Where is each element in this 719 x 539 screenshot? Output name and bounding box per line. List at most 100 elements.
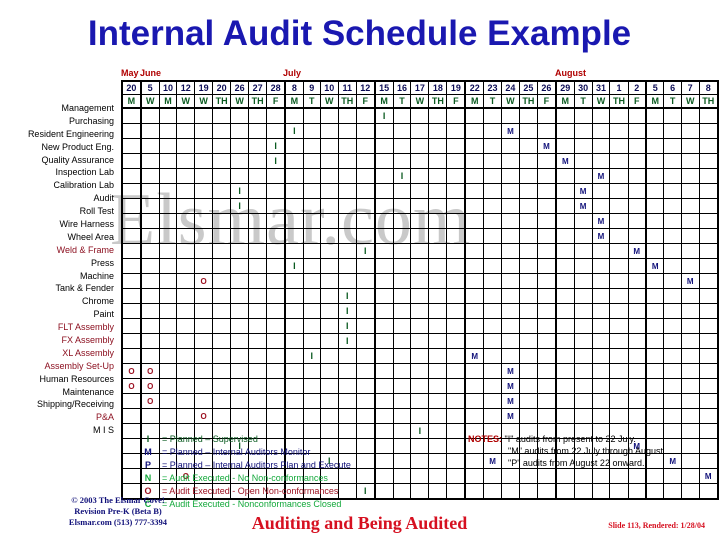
schedule-cell[interactable]: M xyxy=(573,198,593,214)
schedule-cell[interactable] xyxy=(139,228,160,244)
schedule-cell[interactable] xyxy=(302,288,321,304)
schedule-cell[interactable] xyxy=(121,153,142,169)
schedule-cell[interactable] xyxy=(373,468,394,484)
schedule-cell[interactable] xyxy=(663,483,682,500)
schedule-cell[interactable] xyxy=(410,303,430,319)
schedule-cell[interactable]: I xyxy=(337,303,357,319)
schedule-cell[interactable] xyxy=(284,213,304,229)
schedule-cell[interactable] xyxy=(392,153,412,169)
schedule-cell[interactable] xyxy=(212,348,232,364)
schedule-cell[interactable] xyxy=(176,198,196,214)
schedule-cell[interactable] xyxy=(428,153,448,169)
schedule-cell[interactable] xyxy=(284,138,304,154)
schedule-cell[interactable] xyxy=(302,168,321,184)
schedule-cell[interactable] xyxy=(663,198,682,214)
schedule-cell[interactable] xyxy=(337,168,357,184)
schedule-cell[interactable]: M xyxy=(644,258,665,274)
schedule-cell[interactable] xyxy=(319,198,339,214)
schedule-cell[interactable] xyxy=(121,228,142,244)
schedule-cell[interactable] xyxy=(609,213,629,229)
schedule-cell[interactable] xyxy=(212,153,232,169)
schedule-cell[interactable] xyxy=(248,168,268,184)
schedule-cell[interactable] xyxy=(609,333,629,349)
schedule-cell[interactable] xyxy=(392,243,412,259)
schedule-cell[interactable] xyxy=(518,333,538,349)
schedule-cell[interactable] xyxy=(212,107,232,124)
schedule-cell[interactable] xyxy=(609,348,629,364)
schedule-cell[interactable]: I xyxy=(266,153,286,169)
schedule-cell[interactable] xyxy=(483,468,502,484)
schedule-cell[interactable] xyxy=(284,333,304,349)
schedule-cell[interactable] xyxy=(284,107,304,124)
schedule-cell[interactable] xyxy=(663,378,682,394)
schedule-cell[interactable] xyxy=(698,228,719,244)
schedule-cell[interactable] xyxy=(536,123,557,139)
schedule-cell[interactable] xyxy=(373,453,394,469)
schedule-cell[interactable] xyxy=(428,243,448,259)
schedule-cell[interactable] xyxy=(518,107,538,124)
schedule-cell[interactable] xyxy=(573,273,593,289)
schedule-cell[interactable] xyxy=(266,228,286,244)
schedule-cell[interactable] xyxy=(428,453,448,469)
schedule-cell[interactable] xyxy=(464,273,485,289)
schedule-cell[interactable] xyxy=(680,243,700,259)
schedule-cell[interactable] xyxy=(194,333,214,349)
schedule-cell[interactable] xyxy=(483,198,502,214)
schedule-cell[interactable] xyxy=(284,228,304,244)
schedule-cell[interactable] xyxy=(337,378,357,394)
schedule-cell[interactable]: M xyxy=(591,213,611,229)
schedule-cell[interactable] xyxy=(663,168,682,184)
schedule-cell[interactable]: I xyxy=(373,107,394,124)
schedule-cell[interactable] xyxy=(373,228,394,244)
schedule-cell[interactable] xyxy=(536,183,557,199)
schedule-cell[interactable] xyxy=(446,183,466,199)
schedule-cell[interactable] xyxy=(591,198,611,214)
schedule-cell[interactable] xyxy=(591,318,611,334)
schedule-cell[interactable] xyxy=(518,213,538,229)
schedule-cell[interactable] xyxy=(573,258,593,274)
schedule-cell[interactable] xyxy=(302,123,321,139)
schedule-cell[interactable] xyxy=(212,258,232,274)
schedule-cell[interactable] xyxy=(536,168,557,184)
schedule-cell[interactable] xyxy=(464,138,485,154)
schedule-cell[interactable] xyxy=(591,288,611,304)
schedule-cell[interactable] xyxy=(392,288,412,304)
schedule-cell[interactable] xyxy=(337,138,357,154)
schedule-cell[interactable] xyxy=(284,378,304,394)
schedule-cell[interactable] xyxy=(121,168,142,184)
schedule-cell[interactable]: M xyxy=(698,468,719,484)
schedule-cell[interactable] xyxy=(428,228,448,244)
schedule-cell[interactable] xyxy=(428,423,448,439)
schedule-cell[interactable] xyxy=(483,378,502,394)
schedule-cell[interactable] xyxy=(248,183,268,199)
schedule-cell[interactable]: M xyxy=(627,243,647,259)
schedule-cell[interactable] xyxy=(266,378,286,394)
schedule-cell[interactable] xyxy=(121,198,142,214)
schedule-cell[interactable] xyxy=(194,303,214,319)
schedule-cell[interactable] xyxy=(194,198,214,214)
schedule-cell[interactable] xyxy=(212,198,232,214)
schedule-cell[interactable] xyxy=(554,393,575,409)
schedule-cell[interactable] xyxy=(302,393,321,409)
schedule-cell[interactable] xyxy=(483,363,502,379)
schedule-cell[interactable] xyxy=(518,363,538,379)
schedule-cell[interactable] xyxy=(248,228,268,244)
schedule-cell[interactable] xyxy=(518,273,538,289)
schedule-cell[interactable] xyxy=(464,153,485,169)
schedule-cell[interactable] xyxy=(698,348,719,364)
schedule-cell[interactable] xyxy=(483,333,502,349)
schedule-cell[interactable] xyxy=(663,123,682,139)
schedule-cell[interactable] xyxy=(302,303,321,319)
schedule-cell[interactable] xyxy=(355,107,376,124)
schedule-cell[interactable] xyxy=(644,123,665,139)
schedule-cell[interactable] xyxy=(176,153,196,169)
schedule-cell[interactable] xyxy=(302,198,321,214)
schedule-cell[interactable] xyxy=(176,213,196,229)
schedule-cell[interactable] xyxy=(554,243,575,259)
schedule-cell[interactable] xyxy=(698,453,719,469)
schedule-cell[interactable] xyxy=(680,378,700,394)
schedule-cell[interactable] xyxy=(609,258,629,274)
schedule-cell[interactable] xyxy=(428,183,448,199)
schedule-cell[interactable] xyxy=(609,408,629,424)
schedule-cell[interactable] xyxy=(609,123,629,139)
